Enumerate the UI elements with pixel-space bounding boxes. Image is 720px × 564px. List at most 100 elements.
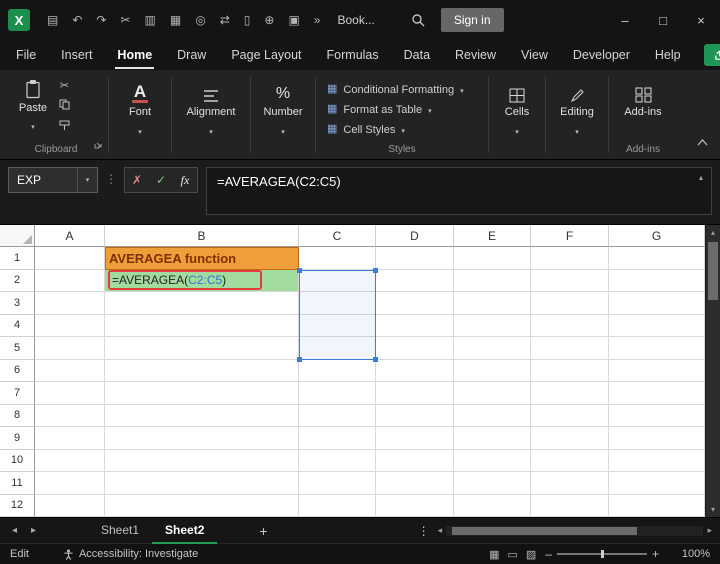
cell-a7[interactable] <box>35 382 105 405</box>
cell-f7[interactable] <box>531 382 609 405</box>
sign-in-button[interactable]: Sign in <box>441 8 504 32</box>
cell-d8[interactable] <box>376 405 454 428</box>
format-painter-icon[interactable]: ▦ <box>170 13 181 27</box>
column-header-e[interactable]: E <box>454 225 531 247</box>
zoom-in-button[interactable]: + <box>647 547 664 561</box>
cell-b12[interactable] <box>105 495 299 518</box>
name-box[interactable]: EXP <box>8 167 98 193</box>
cell-f10[interactable] <box>531 450 609 473</box>
cell-f4[interactable] <box>531 315 609 338</box>
cell-e10[interactable] <box>454 450 531 473</box>
tab-view[interactable]: View <box>519 42 550 69</box>
number-menu-button[interactable]: % Number <box>258 76 308 139</box>
row-header-7[interactable]: 7 <box>0 382 35 405</box>
document-title[interactable]: Book... <box>337 13 374 27</box>
cell-a9[interactable] <box>35 427 105 450</box>
row-header-12[interactable]: 12 <box>0 495 35 518</box>
cell-a8[interactable] <box>35 405 105 428</box>
cell-c6[interactable] <box>299 360 376 383</box>
cell-b3[interactable] <box>105 292 299 315</box>
horizontal-scrollbar[interactable] <box>434 525 716 536</box>
cell-f8[interactable] <box>531 405 609 428</box>
cell-f12[interactable] <box>531 495 609 518</box>
cell-f6[interactable] <box>531 360 609 383</box>
column-header-g[interactable]: G <box>609 225 705 247</box>
cell-d11[interactable] <box>376 472 454 495</box>
scroll-down-icon[interactable] <box>706 502 720 517</box>
maximize-button[interactable]: □ <box>644 0 682 40</box>
cell-e12[interactable] <box>454 495 531 518</box>
cell-d6[interactable] <box>376 360 454 383</box>
styles-item-conditional-formatting[interactable]: ▦Conditional Formatting <box>323 80 481 99</box>
cell-e6[interactable] <box>454 360 531 383</box>
cell-e11[interactable] <box>454 472 531 495</box>
tab-data[interactable]: Data <box>402 42 432 69</box>
cell-b4[interactable] <box>105 315 299 338</box>
cell-d5[interactable] <box>376 337 454 360</box>
zoom-slider-thumb[interactable] <box>601 550 604 558</box>
switch-windows-icon[interactable]: ⇄ <box>220 13 230 27</box>
row-header-2[interactable]: 2 <box>0 270 35 293</box>
row-header-10[interactable]: 10 <box>0 450 35 473</box>
column-header-f[interactable]: F <box>531 225 609 247</box>
cell-g5[interactable] <box>609 337 705 360</box>
font-menu-button[interactable]: A Font <box>116 76 164 139</box>
cell-f11[interactable] <box>531 472 609 495</box>
undo-icon[interactable]: ↶ <box>72 13 82 27</box>
cell-c12[interactable] <box>299 495 376 518</box>
cell-a4[interactable] <box>35 315 105 338</box>
column-header-d[interactable]: D <box>376 225 454 247</box>
redo-icon[interactable]: ↷ <box>96 13 106 27</box>
page-break-view-icon[interactable]: ▨ <box>526 548 536 561</box>
cell-d7[interactable] <box>376 382 454 405</box>
chevron-down-icon[interactable] <box>77 168 97 192</box>
cell-a1[interactable] <box>35 247 105 270</box>
cell-a12[interactable] <box>35 495 105 518</box>
cell-e8[interactable] <box>454 405 531 428</box>
row-header-1[interactable]: 1 <box>0 247 35 270</box>
insert-function-button[interactable]: fx <box>173 173 197 188</box>
cell-c9[interactable] <box>299 427 376 450</box>
cell-f5[interactable] <box>531 337 609 360</box>
cell-d2[interactable] <box>376 270 454 293</box>
select-all-corner[interactable] <box>0 225 35 247</box>
page-layout-view-icon[interactable]: ▭ <box>507 548 517 561</box>
next-sheet-icon[interactable] <box>31 525 36 536</box>
cell-d3[interactable] <box>376 292 454 315</box>
row-header-9[interactable]: 9 <box>0 427 35 450</box>
cell-g4[interactable] <box>609 315 705 338</box>
cell-g2[interactable] <box>609 270 705 293</box>
cell-d10[interactable] <box>376 450 454 473</box>
tab-insert[interactable]: Insert <box>59 42 94 69</box>
previous-sheet-icon[interactable] <box>12 525 17 536</box>
cell-e5[interactable] <box>454 337 531 360</box>
cell-e1[interactable] <box>454 247 531 270</box>
cell-b11[interactable] <box>105 472 299 495</box>
row-header-3[interactable]: 3 <box>0 292 35 315</box>
cell-a3[interactable] <box>35 292 105 315</box>
more-icon[interactable]: » <box>314 13 321 27</box>
collapse-ribbon-icon[interactable] <box>697 133 708 151</box>
cell-a10[interactable] <box>35 450 105 473</box>
cell-b7[interactable] <box>105 382 299 405</box>
tab-draw[interactable]: Draw <box>175 42 208 69</box>
scroll-up-icon[interactable] <box>706 225 720 240</box>
copy-button[interactable] <box>59 99 70 113</box>
cell-g11[interactable] <box>609 472 705 495</box>
cell-f3[interactable] <box>531 292 609 315</box>
cells-menu-button[interactable]: Cells <box>496 76 538 139</box>
tab-developer[interactable]: Developer <box>571 42 632 69</box>
cell-e9[interactable] <box>454 427 531 450</box>
cell-g6[interactable] <box>609 360 705 383</box>
search-icon[interactable] <box>411 13 425 27</box>
document-icon[interactable]: ▯ <box>244 13 251 27</box>
cell-b1[interactable]: AVERAGEA function <box>105 247 299 270</box>
zoom-level[interactable]: 100% <box>676 548 710 560</box>
new-sheet-button[interactable]: + <box>259 523 267 539</box>
cell-g8[interactable] <box>609 405 705 428</box>
cell-a5[interactable] <box>35 337 105 360</box>
cell-d1[interactable] <box>376 247 454 270</box>
cell-e3[interactable] <box>454 292 531 315</box>
column-header-c[interactable]: C <box>299 225 376 247</box>
cell-f1[interactable] <box>531 247 609 270</box>
